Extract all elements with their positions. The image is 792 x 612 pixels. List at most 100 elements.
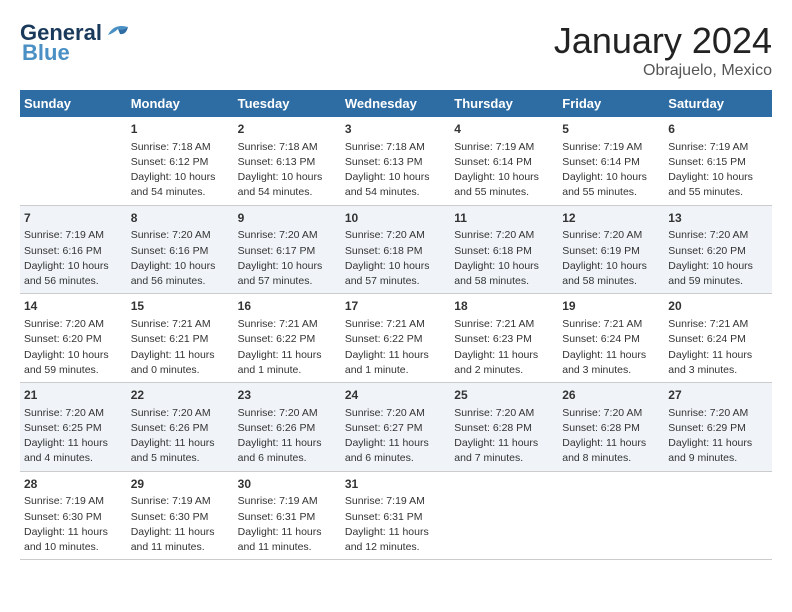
day-info: Sunrise: 7:20 AM Sunset: 6:18 PM Dayligh… (454, 228, 554, 289)
title-block: January 2024 Obrajuelo, Mexico (554, 20, 772, 80)
calendar-cell: 7Sunrise: 7:19 AM Sunset: 6:16 PM Daylig… (20, 205, 127, 294)
calendar-cell: 28Sunrise: 7:19 AM Sunset: 6:30 PM Dayli… (20, 471, 127, 560)
calendar-cell (558, 471, 664, 560)
day-number: 12 (562, 210, 660, 227)
day-info: Sunrise: 7:19 AM Sunset: 6:14 PM Dayligh… (562, 140, 660, 201)
day-number: 15 (131, 298, 230, 315)
day-number: 26 (562, 387, 660, 404)
weekday-header-sunday: Sunday (20, 90, 127, 117)
day-number: 24 (345, 387, 446, 404)
day-number: 17 (345, 298, 446, 315)
day-info: Sunrise: 7:19 AM Sunset: 6:31 PM Dayligh… (238, 494, 337, 555)
calendar-cell: 14Sunrise: 7:20 AM Sunset: 6:20 PM Dayli… (20, 294, 127, 383)
page-header: General Blue January 2024 Obrajuelo, Mex… (20, 20, 772, 80)
calendar-cell: 20Sunrise: 7:21 AM Sunset: 6:24 PM Dayli… (664, 294, 772, 383)
calendar-cell: 16 Sunrise: 7:21 AM Sunset: 6:22 PM Dayli… (234, 294, 341, 383)
weekday-header-saturday: Saturday (664, 90, 772, 117)
day-number: 20 (668, 298, 768, 315)
logo: General Blue (20, 20, 132, 66)
day-info: Sunrise: 7:20 AM Sunset: 6:29 PM Dayligh… (668, 406, 768, 467)
day-number: 13 (668, 210, 768, 227)
day-info: Sunrise: 7:19 AM Sunset: 6:30 PM Dayligh… (24, 494, 123, 555)
calendar-cell: 2Sunrise: 7:18 AM Sunset: 6:13 PM Daylig… (234, 117, 341, 205)
weekday-header-row: SundayMondayTuesdayWednesdayThursdayFrid… (20, 90, 772, 117)
day-info: Sunrise: 7:21 AM Sunset: 6:22 PM Dayligh… (238, 317, 337, 378)
day-info: Sunrise: 7:20 AM Sunset: 6:28 PM Dayligh… (454, 406, 554, 467)
calendar-cell: 24 Sunrise: 7:20 AM Sunset: 6:27 PM Dayli… (341, 383, 450, 472)
day-number: 31 (345, 476, 446, 493)
calendar-cell: 6 Sunrise: 7:19 AM Sunset: 6:15 PM Daylig… (664, 117, 772, 205)
calendar-cell (450, 471, 558, 560)
calendar-cell: 15 Sunrise: 7:21 AM Sunset: 6:21 PM Dayli… (127, 294, 234, 383)
day-number: 23 (238, 387, 337, 404)
calendar-week-row: 14Sunrise: 7:20 AM Sunset: 6:20 PM Dayli… (20, 294, 772, 383)
day-number: 30 (238, 476, 337, 493)
day-info: Sunrise: 7:20 AM Sunset: 6:18 PM Dayligh… (345, 228, 446, 289)
calendar-cell: 19 Sunrise: 7:21 AM Sunset: 6:24 PM Dayli… (558, 294, 664, 383)
day-number: 21 (24, 387, 123, 404)
day-info: Sunrise: 7:20 AM Sunset: 6:17 PM Dayligh… (238, 228, 337, 289)
location: Obrajuelo, Mexico (554, 62, 772, 80)
calendar-cell: 11Sunrise: 7:20 AM Sunset: 6:18 PM Dayli… (450, 205, 558, 294)
day-number: 16 (238, 298, 337, 315)
day-number: 29 (131, 476, 230, 493)
logo-bird-icon (104, 21, 132, 41)
weekday-header-wednesday: Wednesday (341, 90, 450, 117)
calendar-cell: 30Sunrise: 7:19 AM Sunset: 6:31 PM Dayli… (234, 471, 341, 560)
day-info: Sunrise: 7:19 AM Sunset: 6:31 PM Dayligh… (345, 494, 446, 555)
calendar-cell: 25Sunrise: 7:20 AM Sunset: 6:28 PM Dayli… (450, 383, 558, 472)
day-number: 6 (668, 121, 768, 138)
day-number: 27 (668, 387, 768, 404)
month-title: January 2024 (554, 20, 772, 62)
day-info: Sunrise: 7:19 AM Sunset: 6:16 PM Dayligh… (24, 228, 123, 289)
calendar-cell: 17 Sunrise: 7:21 AM Sunset: 6:22 PM Dayli… (341, 294, 450, 383)
day-number: 22 (131, 387, 230, 404)
day-info: Sunrise: 7:18 AM Sunset: 6:12 PM Dayligh… (131, 140, 230, 201)
day-info: Sunrise: 7:21 AM Sunset: 6:21 PM Dayligh… (131, 317, 230, 378)
calendar-cell: 21 Sunrise: 7:20 AM Sunset: 6:25 PM Dayli… (20, 383, 127, 472)
day-number: 9 (238, 210, 337, 227)
calendar-cell: 5Sunrise: 7:19 AM Sunset: 6:14 PM Daylig… (558, 117, 664, 205)
calendar-cell: 31Sunrise: 7:19 AM Sunset: 6:31 PM Dayli… (341, 471, 450, 560)
day-info: Sunrise: 7:19 AM Sunset: 6:14 PM Dayligh… (454, 140, 554, 201)
day-info: Sunrise: 7:21 AM Sunset: 6:24 PM Dayligh… (562, 317, 660, 378)
day-number: 1 (131, 121, 230, 138)
day-info: Sunrise: 7:21 AM Sunset: 6:22 PM Dayligh… (345, 317, 446, 378)
day-number: 3 (345, 121, 446, 138)
calendar-cell: 27 Sunrise: 7:20 AM Sunset: 6:29 PM Dayli… (664, 383, 772, 472)
calendar-cell (20, 117, 127, 205)
calendar-cell: 26 Sunrise: 7:20 AM Sunset: 6:28 PM Dayli… (558, 383, 664, 472)
day-info: Sunrise: 7:18 AM Sunset: 6:13 PM Dayligh… (345, 140, 446, 201)
weekday-header-thursday: Thursday (450, 90, 558, 117)
day-info: Sunrise: 7:20 AM Sunset: 6:26 PM Dayligh… (238, 406, 337, 467)
day-number: 10 (345, 210, 446, 227)
calendar-cell: 29Sunrise: 7:19 AM Sunset: 6:30 PM Dayli… (127, 471, 234, 560)
logo-blue: Blue (22, 40, 70, 66)
calendar-cell: 13Sunrise: 7:20 AM Sunset: 6:20 PM Dayli… (664, 205, 772, 294)
calendar-cell: 23 Sunrise: 7:20 AM Sunset: 6:26 PM Dayli… (234, 383, 341, 472)
day-info: Sunrise: 7:20 AM Sunset: 6:28 PM Dayligh… (562, 406, 660, 467)
day-number: 7 (24, 210, 123, 227)
calendar-cell (664, 471, 772, 560)
day-info: Sunrise: 7:20 AM Sunset: 6:25 PM Dayligh… (24, 406, 123, 467)
day-number: 8 (131, 210, 230, 227)
day-info: Sunrise: 7:19 AM Sunset: 6:15 PM Dayligh… (668, 140, 768, 201)
calendar-cell: 3 Sunrise: 7:18 AM Sunset: 6:13 PM Daylig… (341, 117, 450, 205)
calendar-cell: 1 Sunrise: 7:18 AM Sunset: 6:12 PM Daylig… (127, 117, 234, 205)
day-number: 28 (24, 476, 123, 493)
calendar-cell: 4Sunrise: 7:19 AM Sunset: 6:14 PM Daylig… (450, 117, 558, 205)
weekday-header-monday: Monday (127, 90, 234, 117)
calendar-week-row: 28Sunrise: 7:19 AM Sunset: 6:30 PM Dayli… (20, 471, 772, 560)
calendar-cell: 8Sunrise: 7:20 AM Sunset: 6:16 PM Daylig… (127, 205, 234, 294)
calendar-week-row: 7Sunrise: 7:19 AM Sunset: 6:16 PM Daylig… (20, 205, 772, 294)
calendar-week-row: 21 Sunrise: 7:20 AM Sunset: 6:25 PM Dayli… (20, 383, 772, 472)
calendar-cell: 22Sunrise: 7:20 AM Sunset: 6:26 PM Dayli… (127, 383, 234, 472)
day-number: 11 (454, 210, 554, 227)
day-info: Sunrise: 7:20 AM Sunset: 6:16 PM Dayligh… (131, 228, 230, 289)
day-number: 14 (24, 298, 123, 315)
day-info: Sunrise: 7:20 AM Sunset: 6:19 PM Dayligh… (562, 228, 660, 289)
day-number: 19 (562, 298, 660, 315)
day-info: Sunrise: 7:20 AM Sunset: 6:27 PM Dayligh… (345, 406, 446, 467)
calendar-cell: 12Sunrise: 7:20 AM Sunset: 6:19 PM Dayli… (558, 205, 664, 294)
day-info: Sunrise: 7:20 AM Sunset: 6:20 PM Dayligh… (668, 228, 768, 289)
